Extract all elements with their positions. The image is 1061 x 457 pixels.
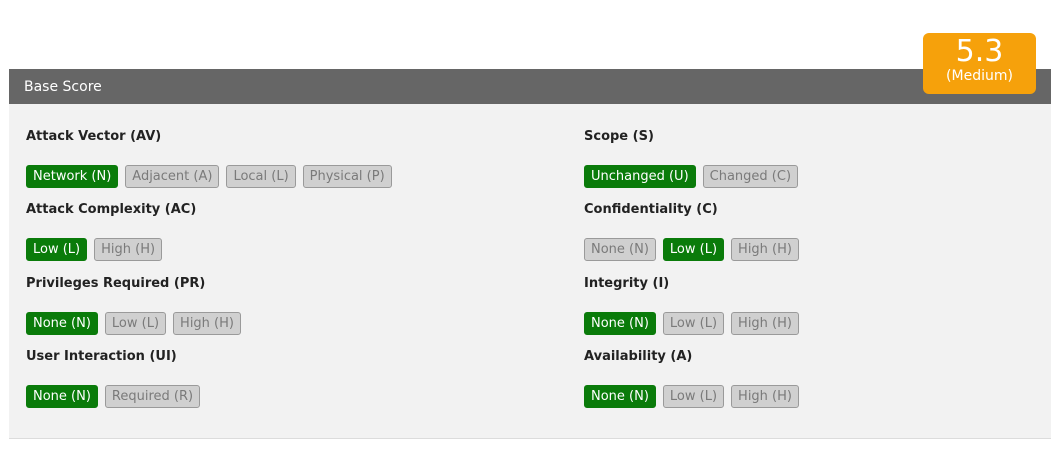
option-group: None (N) Low (L) High (H) [26,312,241,335]
panel-header: Base Score [9,69,1051,104]
option-none-button[interactable]: None (N) [584,238,656,261]
option-group: None (N) Required (R) [26,385,201,408]
option-physical-button[interactable]: Physical (P) [302,165,392,188]
metric-label: User Interaction (UI) [26,349,177,364]
metric-label: Availability (A) [584,349,693,364]
metric-user-interaction: User Interaction (UI) None (N) Required … [26,348,201,408]
metric-scope: Scope (S) Unchanged (U) Changed (C) [584,128,799,188]
option-none-button[interactable]: None (N) [584,385,656,408]
option-local-button[interactable]: Local (L) [226,165,296,188]
option-high-button[interactable]: High (H) [731,385,799,408]
option-high-button[interactable]: High (H) [94,238,163,261]
option-group: Network (N) Adjacent (A) Local (L) Physi… [26,165,392,188]
score-rating: (Medium) [946,68,1013,84]
option-low-button[interactable]: Low (L) [104,312,167,335]
metric-attack-vector: Attack Vector (AV) Network (N) Adjacent … [26,128,392,188]
option-none-button[interactable]: None (N) [584,312,656,335]
metric-label: Attack Vector (AV) [26,129,162,144]
option-low-button[interactable]: Low (L) [662,385,725,408]
option-unchanged-button[interactable]: Unchanged (U) [584,165,696,188]
metric-label: Confidentiality (C) [584,202,718,217]
metric-integrity: Integrity (I) None (N) Low (L) High (H) [584,275,799,335]
base-score-panel: Base Score Attack Vector (AV) Network (N… [9,69,1051,439]
metric-availability: Availability (A) None (N) Low (L) High (… [584,348,799,408]
option-group: None (N) Low (L) High (H) [584,238,799,261]
option-group: None (N) Low (L) High (H) [584,312,799,335]
metric-label: Integrity (I) [584,276,670,291]
option-none-button[interactable]: None (N) [26,385,98,408]
option-none-button[interactable]: None (N) [26,312,98,335]
metric-label: Attack Complexity (AC) [26,202,197,217]
option-low-button[interactable]: Low (L) [662,312,725,335]
option-low-button[interactable]: Low (L) [662,238,725,261]
metric-attack-complexity: Attack Complexity (AC) Low (L) High (H) [26,201,196,261]
option-high-button[interactable]: High (H) [731,312,799,335]
metric-privileges-required: Privileges Required (PR) None (N) Low (L… [26,275,241,335]
option-group: Low (L) High (H) [26,238,196,261]
option-low-button[interactable]: Low (L) [26,238,88,261]
score-badge: 5.3 (Medium) [923,33,1036,94]
metric-label: Scope (S) [584,129,654,144]
metric-label: Privileges Required (PR) [26,276,206,291]
score-value: 5.3 [955,34,1004,69]
option-high-button[interactable]: High (H) [173,312,241,335]
option-network-button[interactable]: Network (N) [26,165,119,188]
option-changed-button[interactable]: Changed (C) [702,165,799,188]
option-group: Unchanged (U) Changed (C) [584,165,799,188]
option-required-button[interactable]: Required (R) [104,385,201,408]
metric-confidentiality: Confidentiality (C) None (N) Low (L) Hig… [584,201,799,261]
option-adjacent-button[interactable]: Adjacent (A) [125,165,220,188]
option-group: None (N) Low (L) High (H) [584,385,799,408]
option-high-button[interactable]: High (H) [731,238,799,261]
